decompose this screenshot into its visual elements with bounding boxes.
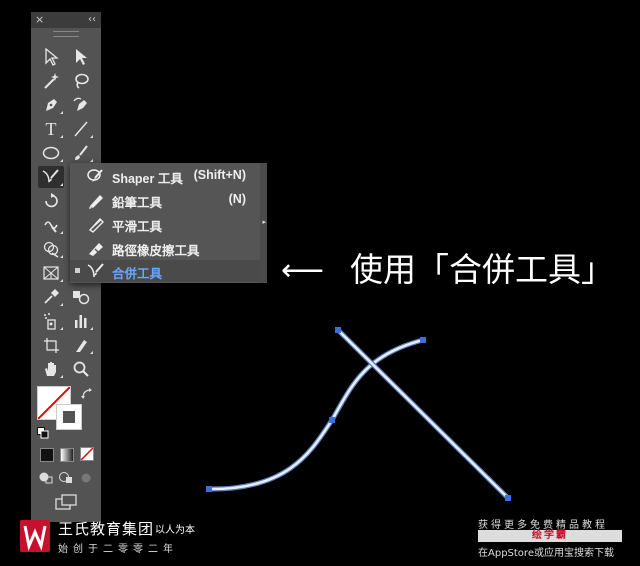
brand-name: 王氏教育集团 [58,520,155,538]
anchor-point[interactable] [329,417,335,423]
anchor-point[interactable] [420,337,426,343]
artwork-canvas[interactable] [0,0,640,566]
anchor-point[interactable] [335,327,341,333]
brand-logo [20,520,50,552]
promo-line-3: 在AppStore或应用宝搜索下载 [478,548,614,559]
anchor-point[interactable] [505,495,511,501]
brand-slogan: 以人为本 [155,525,195,536]
curve-path[interactable] [206,337,426,492]
anchor-point[interactable] [206,486,212,492]
brand-subtitle: 始创于二零零二年 [58,544,178,555]
promo-app-name: 绘学霸 [532,530,568,541]
straight-line-path[interactable] [335,327,511,501]
promo-line-1: 获得更多免费精品教程 [478,520,608,531]
